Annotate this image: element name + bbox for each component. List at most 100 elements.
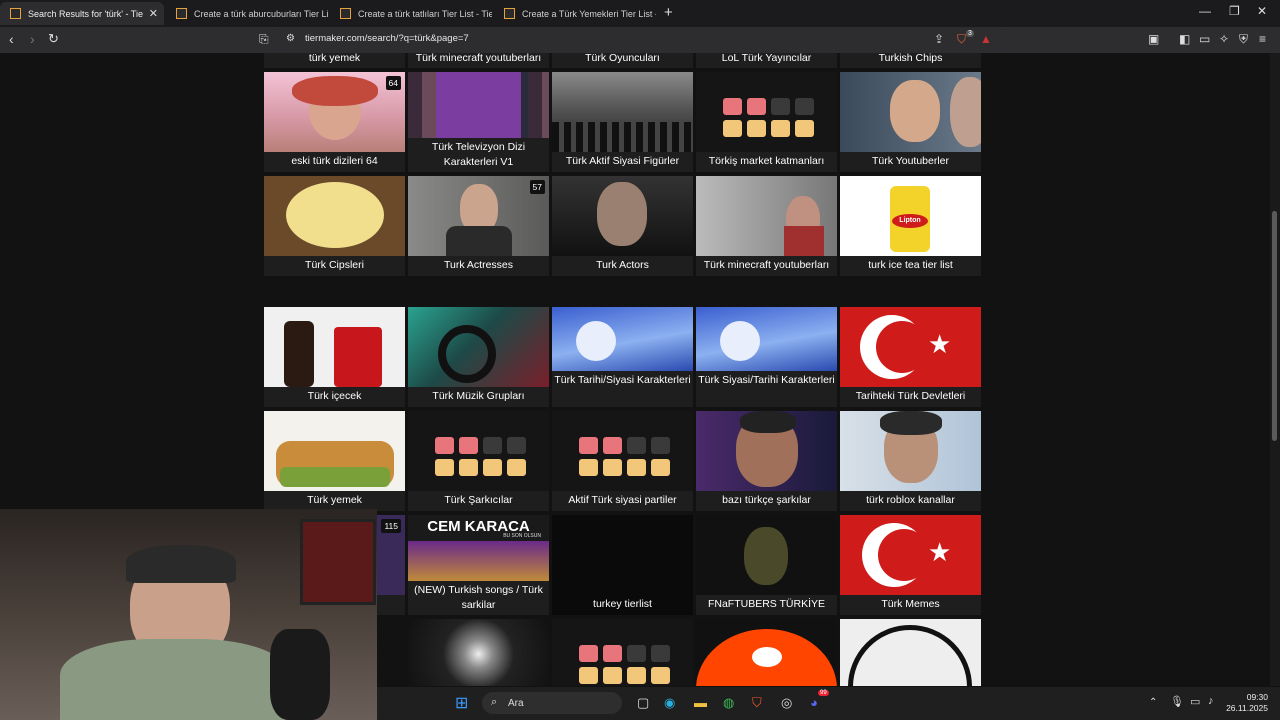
brave-shield-icon[interactable]: ⛉ bbox=[957, 32, 966, 47]
tierlist-card[interactable]: FNaFTUBERS TÜRKİYE bbox=[696, 515, 837, 615]
chrome-icon[interactable]: ◍ bbox=[723, 695, 734, 711]
tierlist-card[interactable]: Türk Siyasi/Tarihi Karakterleri bbox=[696, 307, 837, 407]
tierlist-title: Tarihteki Türk Devletleri bbox=[840, 387, 981, 407]
tierlist-thumbnail bbox=[264, 176, 405, 256]
close-window-icon[interactable]: ✕ bbox=[1257, 4, 1267, 18]
tierlist-label-partial[interactable]: türk yemek bbox=[264, 53, 405, 68]
tierlist-title: Türk Şarkıcılar bbox=[408, 491, 549, 511]
file-explorer-icon[interactable]: ▬ bbox=[694, 695, 707, 710]
tierlist-card[interactable]: turkey tierlist bbox=[552, 515, 693, 615]
windows-start-icon[interactable]: ⊞ bbox=[455, 693, 468, 713]
scrollbar-thumb[interactable] bbox=[1272, 211, 1277, 441]
new-tab-button[interactable]: + bbox=[664, 4, 673, 21]
tierlist-card[interactable]: türk roblox kanallar bbox=[840, 411, 981, 511]
tierlist-card[interactable]: Türk Youtuberler bbox=[840, 72, 981, 172]
system-clock[interactable]: 09:30 26.11.2025 bbox=[1226, 692, 1268, 714]
microphone-icon[interactable]: 🎙 bbox=[1170, 695, 1184, 708]
reload-icon[interactable]: ↻ bbox=[48, 31, 59, 47]
close-tab-icon[interactable]: ✕ bbox=[149, 7, 158, 20]
volume-icon[interactable]: ♪ bbox=[1208, 695, 1214, 707]
url-text[interactable]: tiermaker.com/search/?q=türk&page=7 bbox=[305, 33, 469, 44]
star-icon: ★ bbox=[928, 537, 952, 567]
tierlist-thumbnail bbox=[696, 411, 837, 491]
tierlist-card[interactable]: Turk Actors bbox=[552, 176, 693, 276]
forward-icon[interactable]: › bbox=[30, 31, 35, 47]
tierlist-card[interactable]: ★ Tarihteki Türk Devletleri bbox=[840, 307, 981, 407]
bookmark-icon[interactable]: ⎘ bbox=[259, 32, 269, 47]
brave-icon[interactable]: ⛉ bbox=[752, 695, 762, 711]
tab-search-results[interactable]: Search Results for 'türk' - TierMa ✕ bbox=[0, 2, 164, 25]
tierlist-thumbnail bbox=[408, 72, 549, 138]
tab-title: Create a türk tatlıları Tier List - Tier… bbox=[358, 8, 492, 19]
tab-tatlilari[interactable]: Create a türk tatlıları Tier List - Tier… bbox=[330, 2, 492, 25]
page-scrollbar[interactable] bbox=[1270, 53, 1280, 686]
tierlist-card[interactable]: Törkiş market katmanları bbox=[696, 72, 837, 172]
tierlist-card[interactable]: Türk Aktif Siyasi Figürler bbox=[552, 72, 693, 172]
tierlist-card[interactable]: Türk Cipsleri bbox=[264, 176, 405, 276]
tierlist-card[interactable] bbox=[840, 619, 981, 686]
discord-icon[interactable]: ◕ bbox=[810, 695, 818, 710]
display-icon[interactable]: ▭ bbox=[1190, 695, 1200, 708]
search-placeholder: Ara bbox=[508, 698, 524, 709]
tab-yemekleri[interactable]: Create a Türk Yemekleri Tier List - Tie bbox=[494, 2, 656, 25]
item-count-badge: 115 bbox=[381, 519, 401, 533]
taskbar-search[interactable]: ⌕ Ara bbox=[482, 692, 622, 714]
task-view-icon[interactable]: ▢ bbox=[637, 695, 649, 711]
tierlist-card[interactable]: Türk Tarihi/Siyasi Karakterleri bbox=[552, 307, 693, 407]
tierlist-thumbnail bbox=[552, 307, 693, 371]
edge-icon[interactable]: ◉ bbox=[664, 695, 675, 711]
tierlist-card[interactable]: Lipton turk ice tea tier list bbox=[840, 176, 981, 276]
tierlist-card[interactable]: Türk Şarkıcılar bbox=[408, 411, 549, 511]
tierlist-thumbnail bbox=[696, 72, 837, 152]
restore-icon[interactable]: ❐ bbox=[1229, 4, 1240, 18]
vpn-shield-icon[interactable]: ⛨ bbox=[1239, 32, 1248, 47]
tierlist-card[interactable]: Türk yemek bbox=[264, 411, 405, 511]
tierlist-card[interactable]: Türk Müzik Grupları bbox=[408, 307, 549, 407]
tierlist-thumbnail bbox=[264, 72, 405, 152]
address-toolbar: ‹ › ↻ ⎘ ⚙ tiermaker.com/search/?q=türk&p… bbox=[0, 27, 1280, 53]
tierlist-title: Türk Siyasi/Tarihi Karakterleri bbox=[696, 371, 837, 407]
tiermaker-favicon-icon bbox=[176, 8, 187, 19]
obs-icon[interactable]: ◎ bbox=[781, 695, 792, 711]
tierlist-card[interactable]: Aktif Türk siyasi partiler bbox=[552, 411, 693, 511]
minimize-icon[interactable]: — bbox=[1199, 4, 1211, 18]
tierlist-card[interactable]: 57 Turk Actresses bbox=[408, 176, 549, 276]
site-info-icon[interactable]: ⚙ bbox=[286, 33, 295, 44]
tierlist-card[interactable] bbox=[696, 619, 837, 686]
tierlist-thumbnail bbox=[552, 515, 693, 595]
tab-title: Search Results for 'türk' - TierMa bbox=[28, 8, 143, 19]
tierlist-title: Türk içecek bbox=[264, 387, 405, 407]
tierlist-thumbnail bbox=[408, 411, 549, 491]
tierlist-card[interactable]: 64 eski türk dizileri 64 bbox=[264, 72, 405, 172]
tierlist-title: LoL Türk Yayıncılar bbox=[721, 53, 812, 64]
tierlist-thumbnail bbox=[696, 515, 837, 595]
wallet-icon[interactable]: ▭ bbox=[1199, 32, 1210, 46]
tierlist-card[interactable]: CEM KARACA BU SON OLSUN (NEW) Turkish so… bbox=[408, 515, 549, 615]
item-count-badge: 64 bbox=[385, 76, 401, 90]
tierlist-card[interactable]: Türk minecraft youtuberları bbox=[696, 176, 837, 276]
share-icon[interactable]: ⇪ bbox=[934, 32, 944, 46]
reader-icon[interactable]: ▣ bbox=[1148, 32, 1159, 46]
rewards-icon[interactable]: ▲ bbox=[980, 32, 992, 46]
tierlist-card[interactable]: Türk Televizyon Dizi Karakterleri V1 bbox=[408, 72, 549, 172]
tierlist-label-partial[interactable]: Türk minecraft youtuberları bbox=[408, 53, 549, 68]
tierlist-label-partial[interactable]: Türk Oyuncuları bbox=[552, 53, 693, 68]
tierlist-card[interactable]: Türk içecek bbox=[264, 307, 405, 407]
sidebar-icon[interactable]: ◧ bbox=[1179, 32, 1190, 46]
item-count-badge: 57 bbox=[529, 180, 545, 194]
tray-expand-icon[interactable]: ⌃ bbox=[1149, 697, 1157, 708]
tierlist-card[interactable]: ★ Türk Memes bbox=[840, 515, 981, 615]
tierlist-card[interactable] bbox=[552, 619, 693, 686]
tierlist-title: Türk yemek bbox=[264, 491, 405, 511]
back-icon[interactable]: ‹ bbox=[9, 31, 14, 47]
leo-ai-icon[interactable]: ✧ bbox=[1219, 32, 1229, 46]
tierlist-title: Aktif Türk siyasi partiler bbox=[552, 491, 693, 511]
tierlist-card[interactable] bbox=[408, 619, 549, 686]
tab-aburcuburlari[interactable]: Create a türk aburcuburları Tier List - bbox=[166, 2, 328, 25]
tierlist-label-partial[interactable]: Turkish Chips bbox=[840, 53, 981, 68]
tierlist-card[interactable]: bazı türkçe şarkılar bbox=[696, 411, 837, 511]
menu-icon[interactable]: ≡ bbox=[1259, 32, 1266, 46]
tierlist-label-partial[interactable]: LoL Türk Yayıncılar bbox=[696, 53, 837, 68]
tierlist-title: Turk Actors bbox=[552, 256, 693, 276]
tab-bar: Search Results for 'türk' - TierMa ✕ Cre… bbox=[0, 0, 1280, 27]
